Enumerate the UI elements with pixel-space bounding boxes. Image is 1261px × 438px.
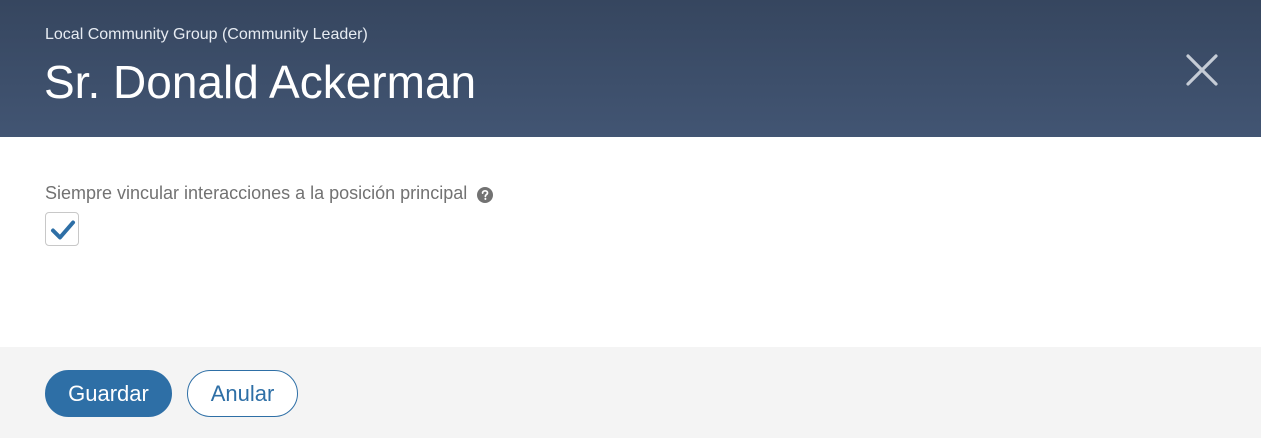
modal-body: Siempre vincular interacciones a la posi… [0,137,1261,347]
modal-header: Local Community Group (Community Leader)… [0,0,1261,137]
checkmark-icon [51,220,75,240]
modal-footer: Guardar Anular [0,347,1261,438]
field-label: Siempre vincular interacciones a la posi… [45,183,468,203]
page-title: Sr. Donald Ackerman [44,56,477,108]
save-button[interactable]: Guardar [45,370,172,417]
modal-dialog: Local Community Group (Community Leader)… [0,0,1261,438]
header-subtitle: Local Community Group (Community Leader) [45,26,368,43]
close-button[interactable] [1180,48,1224,92]
cancel-button[interactable]: Anular [187,370,298,417]
field-label-row: Siempre vincular interacciones a la posi… [45,182,494,204]
question-circle-icon[interactable] [477,186,494,203]
link-interactions-checkbox[interactable] [45,212,79,246]
close-icon [1186,54,1218,86]
